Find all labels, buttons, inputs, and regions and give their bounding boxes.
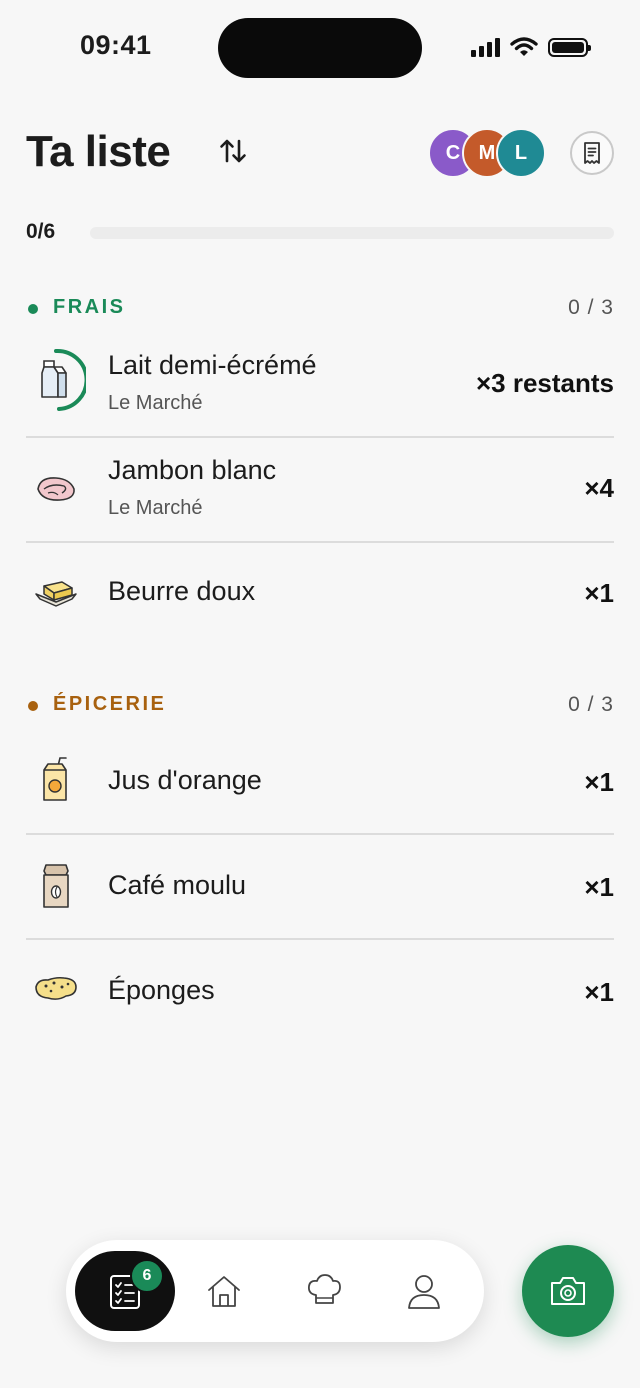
item-name: Jambon blanc <box>108 455 277 485</box>
section-header-epicerie: ÉPICERIE 0 / 3 <box>26 691 614 721</box>
item-icon-wrapper[interactable] <box>26 751 86 811</box>
item-quantity: ×4 <box>584 473 614 503</box>
list-item[interactable]: Beurre doux ×1 <box>26 542 614 646</box>
scan-camera-button[interactable] <box>522 1245 614 1337</box>
home-icon <box>208 1276 240 1307</box>
nav-list[interactable] <box>75 1251 175 1331</box>
avatar[interactable]: L <box>496 128 546 178</box>
list-item[interactable]: Jus d'orange ×1 <box>26 729 614 835</box>
item-store: Le Marché <box>108 497 203 519</box>
wifi-icon <box>510 37 538 56</box>
milk-carton-icon <box>41 348 86 411</box>
nav-recipes[interactable] <box>284 1251 364 1331</box>
section-title: FRAIS <box>53 296 126 318</box>
status-icons <box>471 36 591 58</box>
ham-icon <box>37 477 75 501</box>
battery-icon <box>548 37 591 57</box>
chef-hat-icon <box>307 1274 341 1304</box>
list-item[interactable]: Lait demi-écrémé Le Marché ×3 restants <box>26 332 614 438</box>
item-name: Éponges <box>108 975 215 1005</box>
section-count: 0 / 3 <box>568 296 614 319</box>
progress-row: 0/6 <box>26 218 614 246</box>
list-item[interactable]: Café moulu ×1 <box>26 834 614 940</box>
status-bar: 09:41 <box>0 0 640 96</box>
item-quantity: ×1 <box>584 977 614 1007</box>
section-header-frais: FRAIS 0 / 3 <box>26 294 614 324</box>
progress-label: 0/6 <box>26 220 56 243</box>
nav-profile[interactable] <box>384 1251 464 1331</box>
coffee-bag-icon <box>43 864 69 908</box>
item-quantity: ×1 <box>584 872 614 902</box>
item-icon-wrapper[interactable] <box>26 459 86 519</box>
item-icon-wrapper[interactable] <box>26 348 86 411</box>
sort-arrows-icon[interactable] <box>218 136 248 166</box>
item-name: Café moulu <box>108 870 247 900</box>
cellular-signal-icon <box>471 37 500 57</box>
item-name: Lait demi-écrémé <box>108 350 317 380</box>
section-dot <box>28 304 38 314</box>
progress-bar <box>90 227 614 239</box>
profile-icon <box>408 1275 440 1309</box>
butter-icon <box>35 581 77 607</box>
status-time: 09:41 <box>80 30 152 60</box>
item-name: Jus d'orange <box>108 765 262 795</box>
juice-box-icon <box>43 757 67 801</box>
list-item[interactable]: Jambon blanc Le Marché ×4 <box>26 437 614 543</box>
list-header: Ta liste C M L <box>26 124 614 184</box>
receipt-icon <box>584 142 600 164</box>
item-quantity: ×1 <box>584 767 614 797</box>
item-icon-wrapper[interactable] <box>26 562 86 622</box>
item-icon-wrapper[interactable] <box>26 856 86 916</box>
nav-home[interactable] <box>184 1251 264 1331</box>
list-count-badge: 6 <box>130 1259 164 1293</box>
receipt-button[interactable] <box>570 131 614 175</box>
bottom-nav: 6 <box>66 1240 484 1342</box>
camera-icon <box>551 1277 585 1305</box>
section-dot <box>28 701 38 711</box>
page-title: Ta liste <box>26 127 171 176</box>
item-quantity: ×3 restants <box>475 368 614 398</box>
sponge-icon <box>35 976 77 1000</box>
item-icon-wrapper[interactable] <box>26 959 86 1019</box>
list-item[interactable]: Éponges ×1 <box>26 939 614 1043</box>
section-title: ÉPICERIE <box>53 693 167 715</box>
item-store: Le Marché <box>108 392 203 414</box>
item-quantity: ×1 <box>584 578 614 608</box>
member-avatars[interactable]: C M L <box>428 128 548 178</box>
item-name: Beurre doux <box>108 576 256 606</box>
section-count: 0 / 3 <box>568 693 614 716</box>
dynamic-island <box>218 18 422 78</box>
